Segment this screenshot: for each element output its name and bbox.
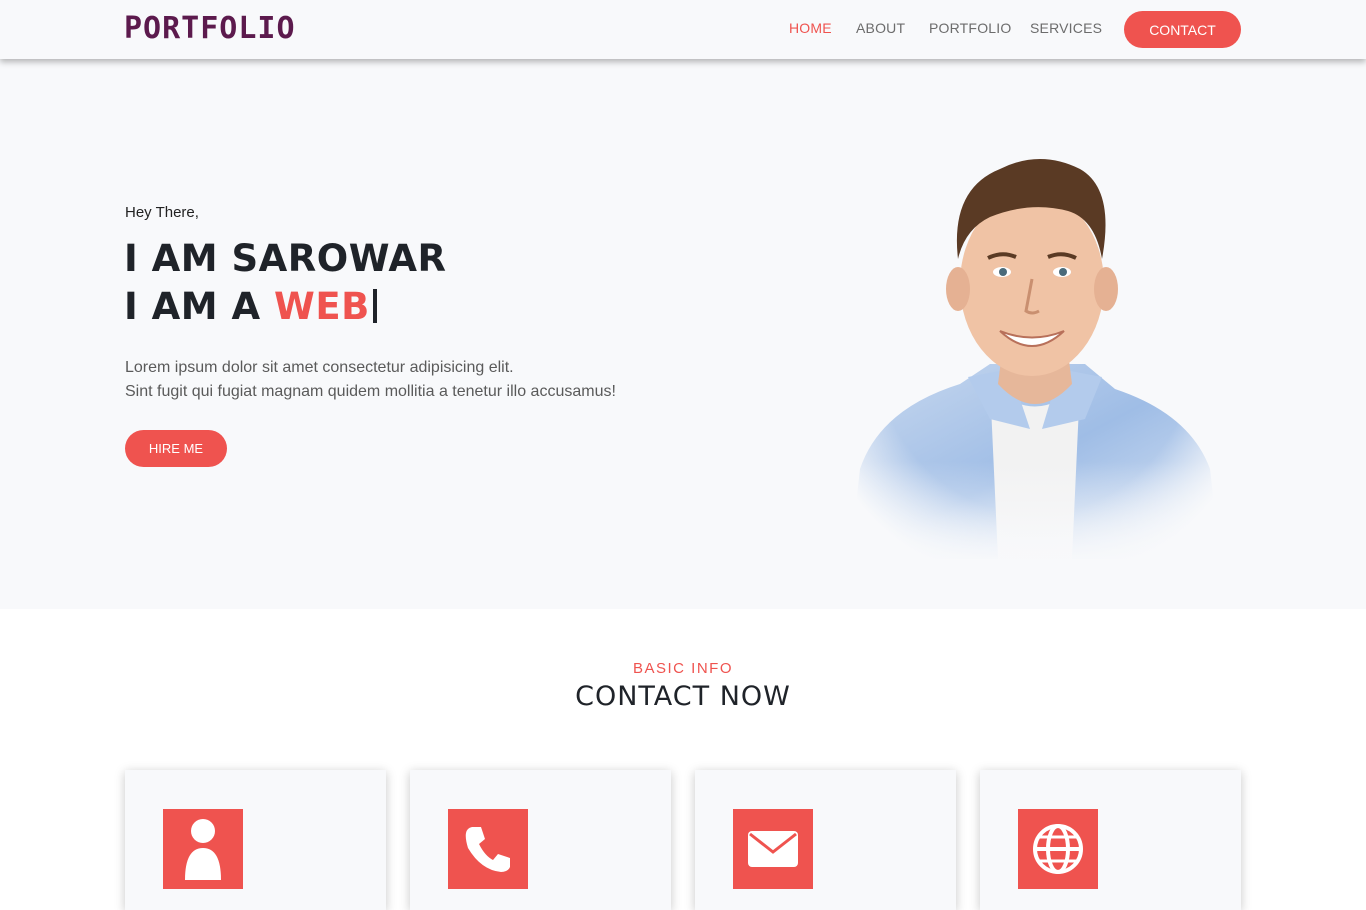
nav-about[interactable]: ABOUT (856, 20, 905, 36)
logo[interactable]: PORTFOLIO (124, 12, 296, 46)
user-icon (163, 809, 243, 889)
hero-headline: I AM SAROWAR I AM A WEB (124, 235, 447, 331)
nav-home[interactable]: HOME (789, 20, 832, 36)
hero-role-prefix: I AM A (124, 285, 275, 328)
contact-card-person[interactable] (125, 770, 386, 910)
section-title: CONTACT NOW (575, 681, 791, 712)
section-kicker: BASIC INFO (632, 660, 733, 677)
globe-icon (1018, 809, 1098, 889)
hero-description: Lorem ipsum dolor sit amet consectetur a… (125, 356, 685, 404)
hero-description-line-2: Sint fugit qui fugiat magnam quidem moll… (125, 383, 616, 400)
nav-services[interactable]: SERVICES (1030, 20, 1102, 36)
contact-card-email[interactable] (695, 770, 956, 910)
contact-button[interactable]: CONTACT (1124, 11, 1241, 48)
hero-section: Hey There, I AM SAROWAR I AM A WEB Lorem… (0, 59, 1366, 609)
navbar: PORTFOLIO HOME ABOUT PORTFOLIO SERVICES … (0, 0, 1366, 59)
contact-card-website[interactable] (980, 770, 1241, 910)
nav-portfolio[interactable]: PORTFOLIO (929, 20, 1011, 36)
hero-greeting: Hey There, (125, 204, 199, 221)
typing-cursor (372, 289, 377, 323)
hero-role-typed: WEB (274, 285, 370, 328)
hero-role-line: I AM A WEB (124, 283, 447, 331)
hero-name-line: I AM SAROWAR (124, 237, 447, 280)
envelope-icon (733, 809, 813, 889)
hero-description-line-1: Lorem ipsum dolor sit amet consectetur a… (125, 359, 514, 376)
contact-section: BASIC INFO CONTACT NOW (0, 609, 1366, 910)
contact-card-phone[interactable] (410, 770, 671, 910)
hire-me-button[interactable]: HIRE ME (125, 430, 227, 467)
profile-photo (840, 139, 1230, 569)
phone-icon (448, 809, 528, 889)
